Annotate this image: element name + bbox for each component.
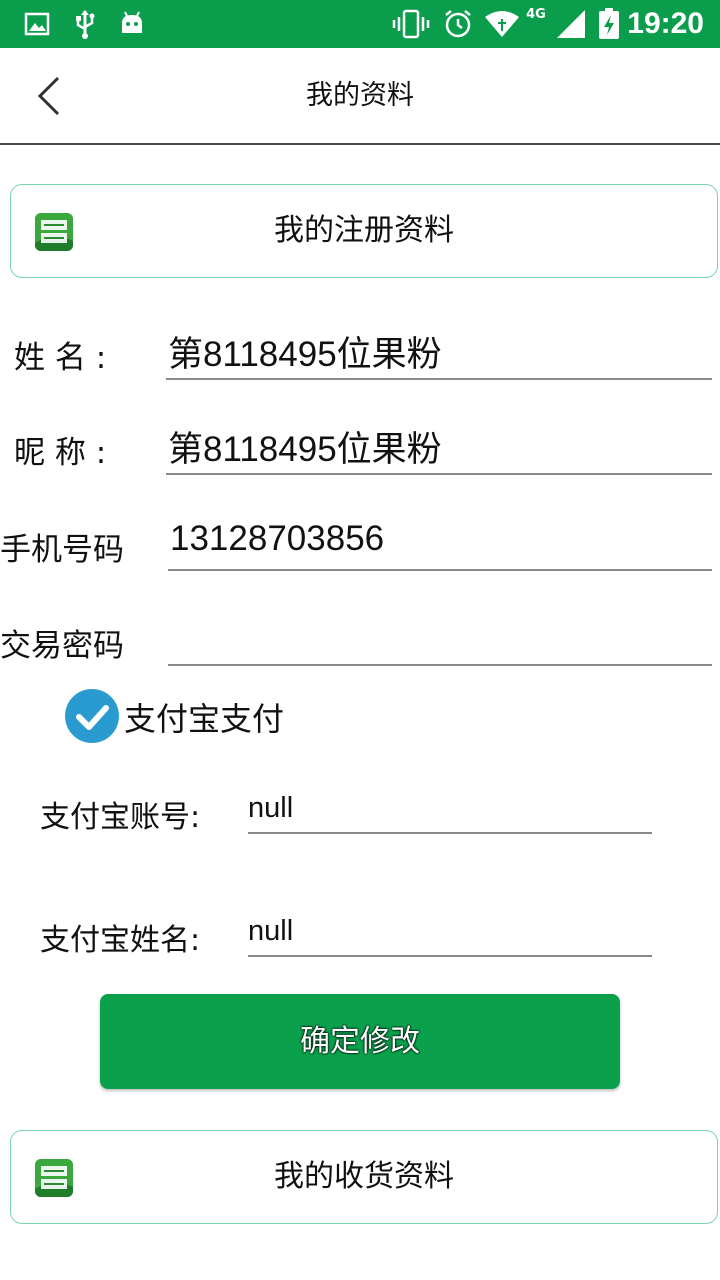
nickname-underline: [166, 473, 712, 475]
network-type-label: 4G: [526, 6, 546, 22]
alipay-checkbox[interactable]: [64, 688, 120, 744]
register-info-card[interactable]: 我的注册资料: [10, 184, 718, 278]
alipay-account-input[interactable]: null: [248, 792, 293, 825]
alipay-account-underline: [248, 832, 652, 834]
usb-icon: [72, 8, 98, 40]
phone-input[interactable]: 13128703856: [170, 519, 384, 559]
nickname-label: 昵 称 :: [14, 435, 107, 471]
alipay-checkbox-label[interactable]: 支付宝支付: [124, 694, 284, 740]
name-input[interactable]: 第8118495位果粉: [168, 326, 442, 377]
phone-underline: [168, 569, 712, 571]
top-navbar: 我的资料: [0, 48, 720, 145]
name-label: 姓 名 :: [14, 340, 107, 376]
page-title: 我的资料: [306, 80, 414, 111]
register-card-title: 我的注册资料: [274, 213, 454, 248]
alipay-account-label: 支付宝账号:: [40, 800, 201, 835]
android-icon: [118, 8, 146, 40]
alipay-name-input[interactable]: null: [248, 915, 293, 948]
shipping-card-title: 我的收货资料: [274, 1159, 454, 1194]
battery-charging-icon: [596, 8, 622, 40]
shipping-info-card[interactable]: 我的收货资料: [10, 1130, 718, 1224]
image-icon: [22, 8, 52, 40]
trade-password-underline: [168, 664, 712, 666]
trade-password-label: 交易密码: [0, 628, 124, 664]
vibrate-icon: [392, 8, 430, 40]
wifi-icon: [484, 8, 520, 40]
alipay-name-underline: [248, 955, 652, 957]
alipay-name-label: 支付宝姓名:: [40, 923, 201, 958]
signal-icon: [556, 8, 586, 40]
alarm-icon: [442, 8, 474, 40]
checkmark-icon: [65, 689, 119, 743]
status-time: 19:20: [627, 7, 704, 40]
status-bar: 4G 19:20: [0, 0, 720, 48]
phone-label: 手机号码: [0, 532, 124, 568]
nickname-input[interactable]: 第8118495位果粉: [168, 421, 442, 472]
confirm-button[interactable]: 确定修改: [100, 994, 620, 1089]
name-underline: [166, 378, 712, 380]
